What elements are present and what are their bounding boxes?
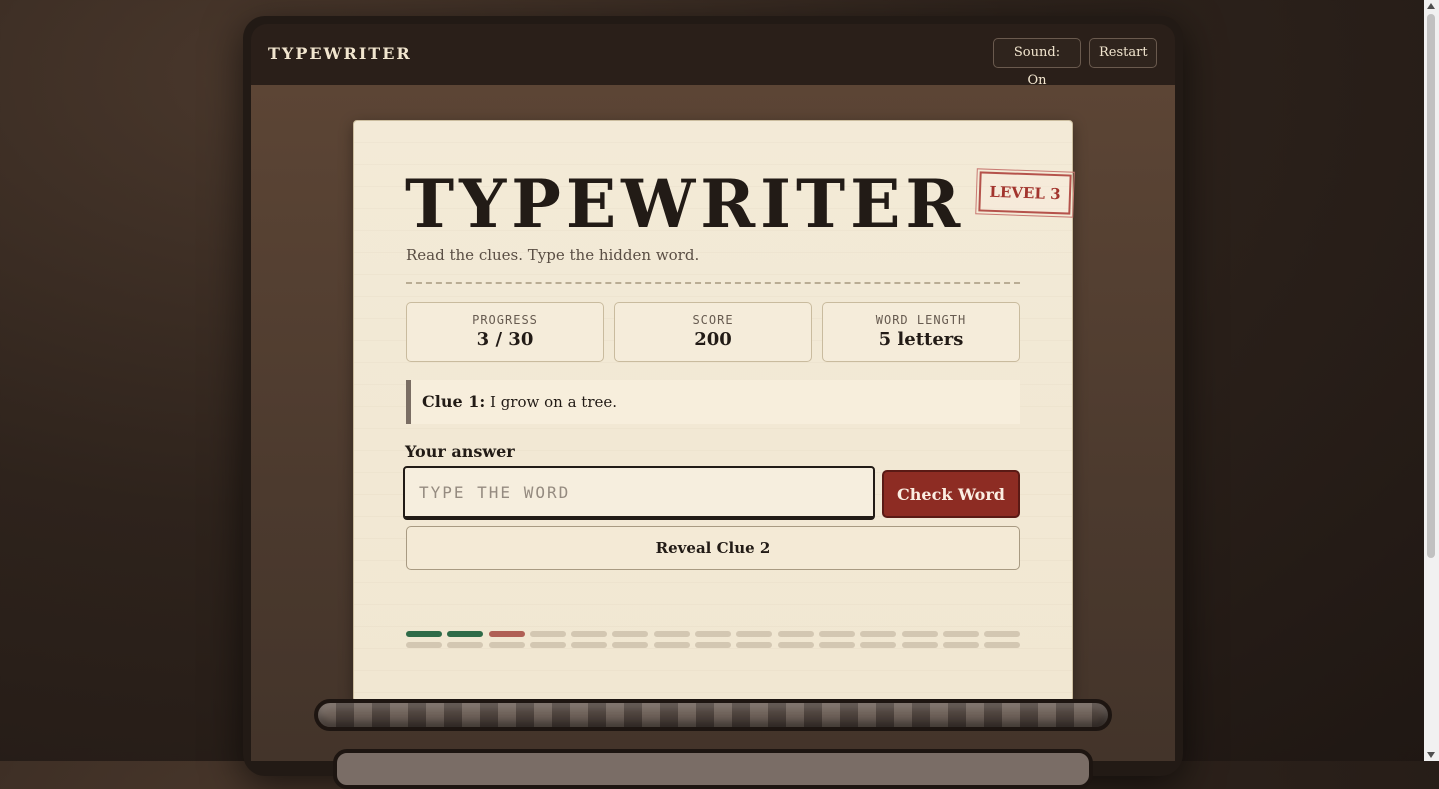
progress-segment-pending: [942, 642, 979, 648]
progress-segment-pending: [406, 642, 442, 648]
platen-roller: [314, 699, 1112, 731]
progress-stat: PROGRESS 3 / 30: [406, 302, 604, 362]
progress-segment-pending: [488, 642, 525, 648]
progress-segment-pending: [571, 631, 608, 637]
word-length-stat: WORD LENGTH 5 letters: [822, 302, 1020, 362]
paper-card: TYPEWRITER LEVEL 3 Read the clues. Type …: [353, 120, 1075, 702]
progress-segment-pending: [736, 631, 773, 637]
keyboard-base: [333, 749, 1093, 789]
page-title: TYPEWRITER: [405, 165, 966, 243]
progress-segment-pending: [942, 631, 979, 637]
reveal-clue-button[interactable]: Reveal Clue 2: [406, 526, 1020, 570]
dashed-divider: [406, 282, 1020, 284]
progress-segment-pending: [818, 631, 855, 637]
level-stamp: LEVEL 3: [975, 168, 1075, 218]
clue-box: Clue 1: I grow on a tree.: [406, 380, 1020, 424]
progress-segment-correct: [406, 631, 442, 637]
stat-value: 5 letters: [878, 329, 964, 350]
stat-label: WORD LENGTH: [875, 313, 967, 327]
progress-segment-pending: [447, 642, 484, 648]
scroll-thumb[interactable]: [1427, 14, 1435, 558]
progress-segment-wrong: [488, 631, 525, 637]
progress-segment-pending: [653, 631, 690, 637]
progress-segment-pending: [860, 642, 897, 648]
progress-segment-pending: [529, 631, 566, 637]
progress-segment-pending: [860, 631, 897, 637]
subtitle: Read the clues. Type the hidden word.: [406, 246, 700, 264]
progress-segment-pending: [571, 642, 608, 648]
progress-segment-pending: [529, 642, 566, 648]
progress-segment-pending: [984, 642, 1021, 648]
check-word-button[interactable]: Check Word: [882, 470, 1020, 518]
answer-label: Your answer: [405, 442, 515, 461]
progress-segment-pending: [736, 642, 773, 648]
stat-label: PROGRESS: [472, 313, 538, 327]
progress-segment-correct: [447, 631, 484, 637]
stat-value: 3 / 30: [476, 329, 534, 350]
clue-label: Clue 1:: [422, 392, 486, 411]
scroll-down-icon[interactable]: [1427, 752, 1435, 758]
sound-toggle-button[interactable]: Sound: On: [993, 38, 1081, 88]
stat-label: SCORE: [692, 313, 734, 327]
clue-text: I grow on a tree.: [490, 393, 618, 411]
scroll-up-icon[interactable]: [1427, 3, 1435, 9]
answer-input[interactable]: [403, 466, 875, 520]
progress-segment-pending: [901, 631, 938, 637]
restart-button[interactable]: Restart: [1089, 38, 1157, 68]
progress-segment-pending: [984, 631, 1021, 637]
progress-segment-pending: [818, 642, 855, 648]
stat-value: 200: [694, 329, 732, 350]
score-stat: SCORE 200: [614, 302, 812, 362]
brand-logo: TYPEWRITER: [268, 44, 412, 63]
progress-segment-pending: [695, 642, 732, 648]
top-bar: TYPEWRITER Sound: On Restart: [251, 24, 1175, 88]
progress-segment-pending: [612, 642, 649, 648]
progress-segment-pending: [653, 642, 690, 648]
progress-segment-pending: [901, 642, 938, 648]
progress-track: [406, 631, 1021, 648]
progress-segment-pending: [777, 631, 814, 637]
progress-segment-pending: [695, 631, 732, 637]
progress-segment-pending: [777, 642, 814, 648]
progress-segment-pending: [612, 631, 649, 637]
scrollbar[interactable]: [1424, 0, 1439, 761]
